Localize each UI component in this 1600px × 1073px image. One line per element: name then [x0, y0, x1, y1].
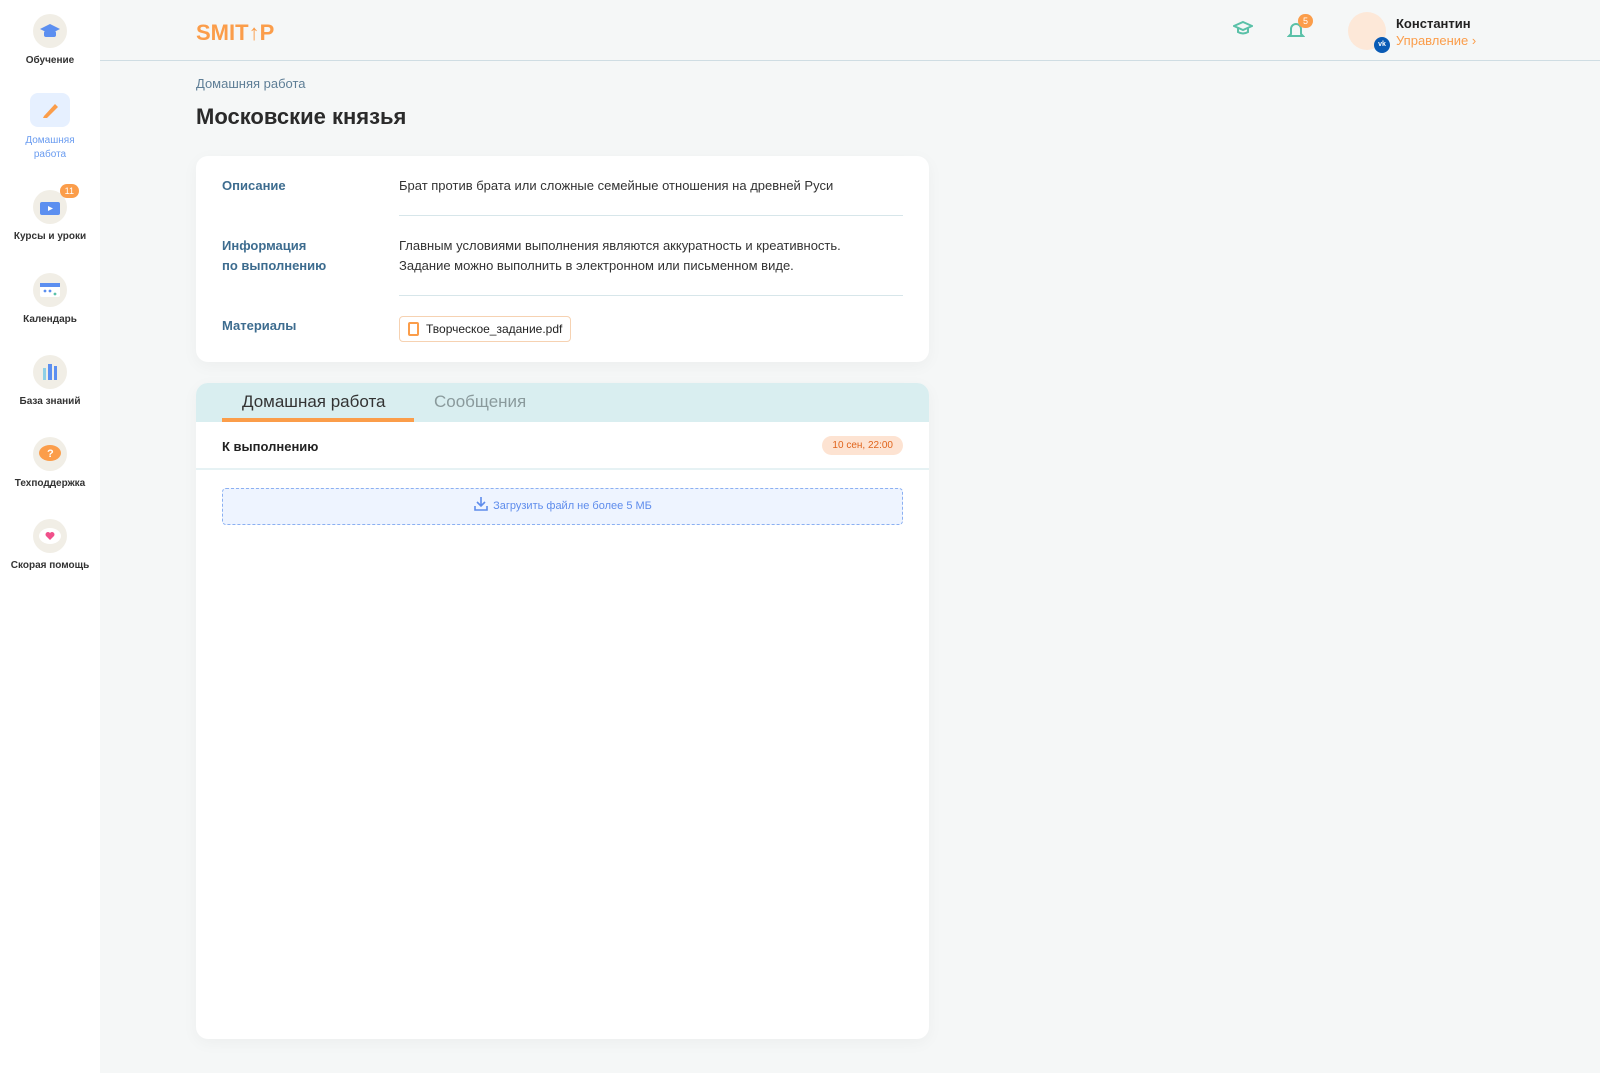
- books-icon: [33, 355, 67, 389]
- svg-text:?: ?: [47, 448, 54, 460]
- sidebar-item-homework[interactable]: Домашняя работа: [0, 93, 100, 162]
- homework-info-card: Описание Брат против брата или сложные с…: [196, 156, 929, 362]
- file-name: Творческое_задание.pdf: [426, 322, 563, 336]
- material-file-link[interactable]: Творческое_задание.pdf: [399, 316, 572, 342]
- notification-badge: 5: [1297, 14, 1313, 28]
- sidebar-item-knowledge[interactable]: База знаний: [0, 355, 100, 407]
- question-bubble-icon: ?: [33, 437, 67, 471]
- logo[interactable]: SMIT↑P: [196, 20, 274, 46]
- top-header: SMIT↑P 5 vk Константин Управление ›: [100, 0, 1600, 61]
- sidebar-item-learning[interactable]: Обучение: [0, 14, 100, 66]
- description-label: Описание: [222, 178, 286, 193]
- divider: [196, 468, 929, 470]
- sidebar-item-label: Техподдержка: [14, 478, 86, 489]
- execution-text: Задание можно выполнить в электронном ил…: [399, 258, 794, 273]
- video-case-icon: 11: [33, 184, 79, 224]
- execution-label: по выполнению: [222, 258, 327, 273]
- courses-badge: 11: [59, 184, 79, 198]
- calendar-icon: [33, 273, 67, 307]
- upload-label: Загрузить файл не более 5 МБ: [493, 500, 652, 512]
- tab-homework[interactable]: Домашная работа: [242, 392, 386, 412]
- divider: [399, 295, 903, 296]
- sidebar-item-calendar[interactable]: Календарь: [0, 273, 100, 325]
- avatar[interactable]: vk: [1348, 12, 1390, 53]
- upload-dropzone[interactable]: Загрузить файл не более 5 МБ: [222, 488, 903, 525]
- sidebar-item-label: Скорая помощь: [10, 560, 90, 571]
- user-name[interactable]: Константин: [1396, 16, 1471, 31]
- materials-label: Материалы: [222, 318, 297, 333]
- sidebar-item-support[interactable]: ? Техподдержка: [0, 437, 100, 489]
- divider: [399, 215, 903, 216]
- description-text: Брат против брата или сложные семейные о…: [399, 178, 834, 193]
- sidebar-item-courses[interactable]: 11 Курсы и уроки: [0, 184, 100, 242]
- manage-link[interactable]: Управление ›: [1396, 33, 1476, 48]
- sidebar-item-label: Домашняя работа: [25, 135, 75, 160]
- heart-bubble-icon: [33, 519, 67, 553]
- tab-messages[interactable]: Сообщения: [434, 392, 526, 412]
- sidebar-item-label: Обучение: [25, 55, 75, 66]
- execution-label: Информация: [222, 238, 307, 253]
- sidebar-item-label: База знаний: [19, 396, 81, 407]
- document-icon: [408, 322, 419, 336]
- bell-icon[interactable]: 5: [1286, 14, 1313, 45]
- tab-bar: Домашная работа Сообщения: [196, 383, 929, 422]
- pencil-icon: [30, 93, 70, 127]
- sidebar: Обучение Домашняя работа 11 Курсы и урок…: [0, 0, 100, 1073]
- sidebar-item-emergency[interactable]: Скорая помощь: [0, 519, 100, 571]
- deadline-badge: 10 сен, 22:00: [822, 436, 903, 455]
- sidebar-item-label: Календарь: [23, 314, 77, 325]
- vk-icon: vk: [1374, 37, 1390, 53]
- status-label: К выполнению: [222, 439, 319, 454]
- download-icon: [474, 497, 488, 511]
- homework-work-card: Домашная работа Сообщения К выполнению 1…: [196, 383, 929, 1039]
- sidebar-item-label: Курсы и уроки: [13, 231, 87, 242]
- graduation-cap-icon: [33, 14, 67, 48]
- active-tab-indicator: [222, 418, 414, 422]
- breadcrumb[interactable]: Домашняя работа: [196, 76, 306, 91]
- graduation-cap-icon[interactable]: [1231, 20, 1255, 41]
- page-title: Московские князья: [196, 104, 407, 129]
- execution-text: Главным условиями выполнения являются ак…: [399, 238, 841, 253]
